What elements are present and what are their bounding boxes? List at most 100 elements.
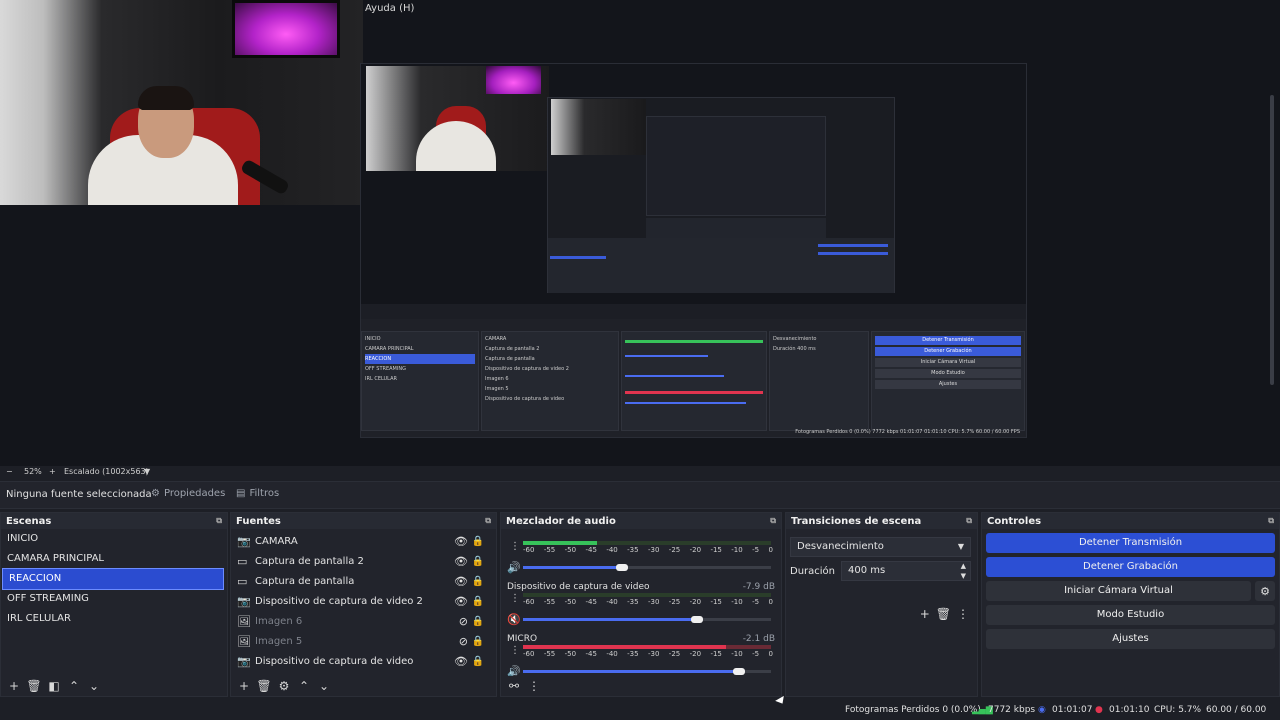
meter-tick: -60	[523, 546, 535, 554]
source-item[interactable]: ▭ Captura de pantalla 👁 🔒	[231, 571, 496, 591]
settings-button[interactable]: Ajustes	[986, 629, 1275, 649]
scene-item[interactable]: OFF STREAMING	[1, 589, 227, 609]
scene-item[interactable]: IRL CELULAR	[1, 609, 227, 629]
eye-icon[interactable]: 👁	[454, 555, 468, 568]
sources-list: 📷 CAMARA 👁 🔒 ▭ Captura de pantalla 2 👁 🔒 ▭ Captur…	[231, 529, 496, 671]
scenes-list: INICIO CAMARA PRINCIPAL REACCION OFF STREAM…	[1, 529, 227, 629]
zoom-level: 52%	[24, 467, 42, 476]
stop-recording-button[interactable]: Detener Grabación	[986, 557, 1275, 577]
lock-icon[interactable]: 🔒	[472, 556, 484, 567]
filter-icon: ▤	[236, 488, 246, 499]
scene-item[interactable]: REACCION	[2, 568, 224, 590]
kebab-menu-icon[interactable]: ⋮	[510, 593, 520, 604]
properties-button[interactable]: ⚙ Propiedades	[151, 488, 225, 499]
duration-input[interactable]: 400 ms ▲ ▼	[841, 561, 971, 581]
gear-icon[interactable]: ⚙	[276, 678, 292, 694]
virtual-camera-settings-icon[interactable]: ⚙	[1255, 581, 1275, 601]
stop-stream-button[interactable]: Detener Transmisión	[986, 533, 1275, 553]
stream-time: 01:01:07	[1052, 705, 1093, 715]
duration-label: Duración	[790, 565, 836, 577]
arrow-up-icon[interactable]: ⌃	[296, 678, 312, 694]
undock-icon[interactable]: ⧉	[216, 516, 222, 526]
source-item[interactable]: 📷 Dispositivo de captura de video 2 👁 🔒	[231, 591, 496, 611]
add-icon[interactable]: +	[236, 678, 252, 694]
source-label: Imagen 5	[255, 635, 303, 647]
undock-icon[interactable]: ⧉	[485, 516, 491, 526]
lock-icon[interactable]: 🔒	[472, 616, 484, 627]
eye-hidden-icon[interactable]: ⊘	[459, 635, 468, 648]
scene-item[interactable]: CAMARA PRINCIPAL	[1, 549, 227, 569]
channel-db: -2.1 dB	[742, 634, 775, 644]
lock-icon[interactable]: 🔒	[472, 536, 484, 547]
eye-hidden-icon[interactable]: ⊘	[459, 615, 468, 628]
scenes-title: Escenas	[6, 515, 52, 527]
link-icon[interactable]: ⚯	[506, 678, 522, 694]
source-item[interactable]: 🖼 Imagen 5 ⊘ 🔒	[231, 631, 496, 651]
image-icon: 🖼	[237, 614, 251, 628]
arrow-down-icon[interactable]: ⌄	[86, 678, 102, 694]
transition-select[interactable]: Desvanecimiento ▼	[790, 537, 971, 557]
start-virtual-camera-button[interactable]: Iniciar Cámara Virtual	[986, 581, 1251, 601]
kebab-menu-icon[interactable]: ⋮	[526, 678, 542, 694]
zoom-in-button[interactable]: +	[49, 466, 56, 478]
meter-tick: -55	[543, 546, 556, 554]
eye-icon[interactable]: 👁	[454, 535, 468, 548]
menu-help[interactable]: Ayuda (H)	[365, 3, 414, 14]
gear-icon: ⚙	[151, 488, 160, 499]
mute-icon[interactable]: 🔇	[507, 613, 521, 626]
filter-icon[interactable]: ◧	[46, 678, 62, 694]
fps-readout: 60.00 / 60.00 FPS	[1206, 705, 1267, 715]
bitrate: 7772 kbps	[988, 705, 1036, 715]
undock-icon[interactable]: ⧉	[770, 516, 776, 526]
status-bar: Fotogramas Perdidos 0 (0.0%) ▂▄▆ 7772 kb…	[0, 700, 1280, 720]
trash-icon[interactable]: 🗑	[26, 678, 42, 694]
source-item[interactable]: 🖼 Imagen 6 ⊘ 🔒	[231, 611, 496, 631]
mixer-channels: -60 -55 -50 -45 -40 -35 -30 -25 -20 -15 -10 -5 0 ⋮ 🔊 Di…	[501, 529, 781, 685]
source-item[interactable]: 📷 CAMARA 👁 🔒	[231, 531, 496, 551]
filters-button[interactable]: ▤ Filtros	[236, 488, 279, 499]
scene-item[interactable]: INICIO	[1, 529, 227, 549]
lock-icon[interactable]: 🔒	[472, 576, 484, 587]
undock-icon[interactable]: ⧉	[1268, 516, 1274, 526]
zoom-out-button[interactable]: −	[6, 466, 13, 478]
eye-icon[interactable]: 👁	[454, 655, 468, 668]
mixer-channel: -60 -55 -50 -45 -40 -35 -30 -25 -20 -15 -10 -5 0 ⋮ 🔊	[501, 529, 781, 581]
kebab-menu-icon[interactable]: ⋮	[510, 541, 520, 552]
obs-window: Ayuda (H) INICIO CAMARA PRINCIPAL REACCI…	[0, 0, 1280, 720]
eye-icon[interactable]: 👁	[454, 595, 468, 608]
camera-icon: 📷	[237, 594, 251, 608]
volume-icon[interactable]: 🔊	[507, 561, 521, 574]
spin-arrows-icon[interactable]: ▲ ▼	[961, 561, 966, 581]
sources-title: Fuentes	[236, 515, 281, 527]
preview-scrollbar-vertical[interactable]	[1270, 95, 1274, 385]
add-icon[interactable]: +	[6, 678, 22, 694]
lock-icon[interactable]: 🔒	[472, 636, 484, 647]
meter-tick: -30	[647, 650, 660, 658]
meter-tick: -55	[543, 650, 556, 658]
arrow-up-icon[interactable]: ⌃	[66, 678, 82, 694]
meter-tick: -25	[668, 598, 681, 606]
preview-canvas[interactable]: Ayuda (H) INICIO CAMARA PRINCIPAL REACCI…	[0, 0, 1280, 466]
kebab-menu-icon[interactable]: ⋮	[957, 607, 969, 621]
lock-icon[interactable]: 🔒	[472, 596, 484, 607]
meter-tick: -30	[647, 598, 660, 606]
scale-label: Escalado (1002x563)	[64, 467, 149, 476]
volume-slider-handle[interactable]	[691, 616, 703, 623]
source-item[interactable]: ▭ Captura de pantalla 2 👁 🔒	[231, 551, 496, 571]
meter-tick: -40	[606, 546, 618, 554]
camera-icon: 📷	[237, 534, 251, 548]
undock-icon[interactable]: ⧉	[966, 516, 972, 526]
volume-slider-handle[interactable]	[733, 668, 745, 675]
scale-dropdown-icon[interactable]: ▼	[144, 466, 150, 478]
lock-icon[interactable]: 🔒	[472, 656, 484, 667]
kebab-menu-icon[interactable]: ⋮	[510, 645, 520, 656]
eye-icon[interactable]: 👁	[454, 575, 468, 588]
add-icon[interactable]: +	[920, 607, 930, 621]
source-item[interactable]: 📷 Dispositivo de captura de video 👁 🔒	[231, 651, 496, 671]
trash-icon[interactable]: 🗑	[936, 607, 951, 621]
trash-icon[interactable]: 🗑	[256, 678, 272, 694]
studio-mode-button[interactable]: Modo Estudio	[986, 605, 1275, 625]
meter-tick: -55	[543, 598, 556, 606]
arrow-down-icon[interactable]: ⌄	[316, 678, 332, 694]
volume-slider-handle[interactable]	[616, 564, 628, 571]
